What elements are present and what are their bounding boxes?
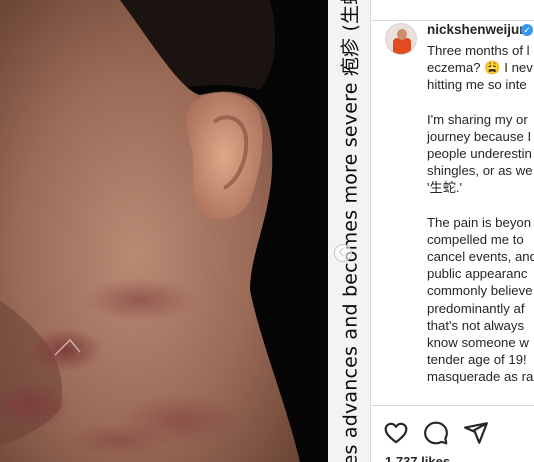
post-caption: Three months of l eczema? 😩 I nev hittin… <box>427 42 534 403</box>
photo-overlay-caption: gles advances and becomes more severe 疱疹… <box>339 0 362 462</box>
photo-overlay-caption-strip: gles advances and becomes more severe 疱疹… <box>328 0 370 462</box>
carousel-prev-button[interactable] <box>334 244 352 262</box>
neck-skin-photo <box>0 0 334 462</box>
share-icon[interactable] <box>463 420 489 446</box>
post-side-panel: nickshenweijun ✓ Three months of l eczem… <box>370 0 534 462</box>
caption-paragraph: The pain is beyon compelled me to cancel… <box>427 214 534 385</box>
avatar[interactable] <box>385 23 417 55</box>
panel-top-bar <box>371 0 534 21</box>
heart-icon[interactable] <box>383 420 409 446</box>
verified-badge-icon: ✓ <box>521 24 533 36</box>
post-photo[interactable] <box>0 0 334 462</box>
username-link[interactable]: nickshenweijun <box>427 22 528 37</box>
comment-icon[interactable] <box>423 420 449 446</box>
post-actions-bar: 1,737 likes <box>371 405 534 462</box>
instagram-post-view: gles advances and becomes more severe 疱疹… <box>0 0 534 462</box>
caption-paragraph: Three months of l eczema? 😩 I nev hittin… <box>427 43 533 93</box>
caption-paragraph: I'm sharing my or journey because I peop… <box>427 111 533 196</box>
likes-count[interactable]: 1,737 likes <box>385 454 450 462</box>
